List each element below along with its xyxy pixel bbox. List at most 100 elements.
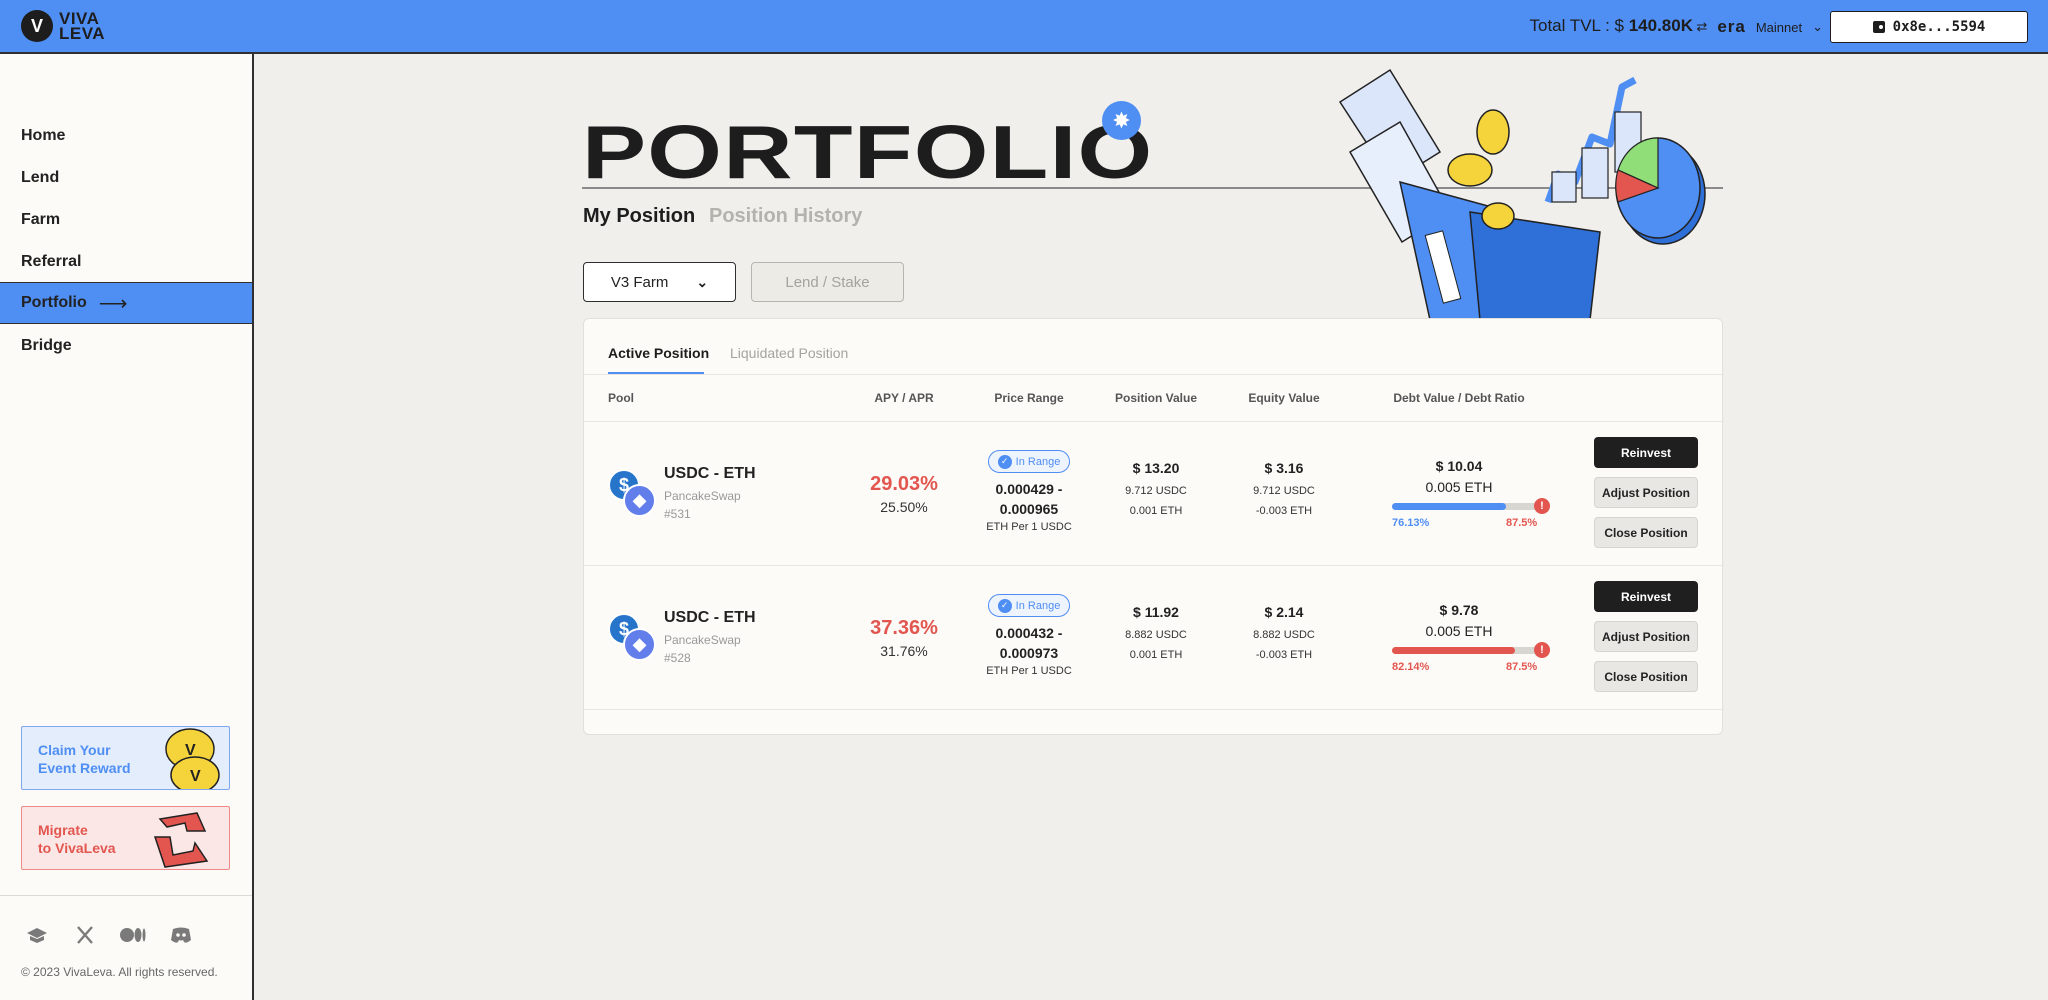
range-status: In Range bbox=[1015, 455, 1061, 468]
tab-liquidated-position[interactable]: Liquidated Position bbox=[730, 345, 848, 361]
pool-dex: PancakeSwap bbox=[664, 633, 741, 647]
equity-usdc: 8.882 USDC bbox=[1253, 629, 1315, 641]
debt-ratio-bar bbox=[1392, 647, 1542, 654]
medium-icon[interactable] bbox=[120, 924, 146, 946]
tab-my-position[interactable]: My Position bbox=[583, 205, 695, 228]
liquidation-warning-icon: ! bbox=[1534, 642, 1550, 658]
logo[interactable]: V VIVA LEVA bbox=[21, 10, 105, 42]
eth-icon: ◆ bbox=[623, 484, 656, 517]
liquidation-warning-icon: ! bbox=[1534, 498, 1550, 514]
pool-name: USDC - ETH bbox=[664, 465, 756, 482]
logo-text: VIVA LEVA bbox=[59, 9, 106, 43]
debt-ratio-fill bbox=[1392, 503, 1507, 510]
wallet-button[interactable]: 0x8e...5594 bbox=[1830, 11, 2028, 43]
close-position-button[interactable]: Close Position bbox=[1594, 661, 1698, 692]
price-range-high: 0.000965 bbox=[999, 501, 1059, 517]
sidebar-item-label: Referral bbox=[21, 253, 82, 270]
range-status: In Range bbox=[1015, 599, 1061, 612]
price-range-high: 0.000973 bbox=[999, 645, 1059, 661]
sidebar-item-label: Home bbox=[21, 127, 66, 144]
arrow-right-icon: ⟶ bbox=[98, 292, 128, 315]
svg-text:V: V bbox=[190, 768, 201, 785]
network-selector[interactable]: ⇄ era Mainnet ⌄ bbox=[1696, 17, 1823, 37]
sidebar-item-bridge[interactable]: Bridge bbox=[0, 325, 252, 367]
x-twitter-icon[interactable] bbox=[72, 924, 98, 946]
position-value: $ 13.20 bbox=[1132, 460, 1180, 476]
sidebar-divider bbox=[0, 895, 252, 896]
farm-type-select[interactable]: V3 Farm ⌄ bbox=[583, 262, 736, 302]
position-value-cell: $ 11.92 8.882 USDC 0.001 ETH bbox=[1101, 604, 1211, 661]
sidebar-item-farm[interactable]: Farm bbox=[0, 199, 252, 241]
position-value: $ 11.92 bbox=[1133, 604, 1179, 620]
sidebar: Home Lend Farm Referral Portfolio ⟶ Bridg… bbox=[0, 54, 254, 1000]
debt-value: $ 9.78 bbox=[1439, 602, 1479, 618]
debt-ratio-current: 76.13% bbox=[1392, 517, 1430, 529]
position-usdc: 8.882 USDC bbox=[1125, 629, 1187, 641]
refresh-arrows-icon bbox=[153, 812, 209, 868]
lend-stake-button[interactable]: Lend / Stake bbox=[751, 262, 904, 302]
debt-ratio-max: 87.5% bbox=[1506, 517, 1538, 529]
check-icon: ✓ bbox=[997, 598, 1012, 613]
equity-usdc: 9.712 USDC bbox=[1253, 485, 1315, 497]
sidebar-item-portfolio[interactable]: Portfolio ⟶ bbox=[0, 282, 252, 324]
divider bbox=[584, 374, 1724, 375]
equity-value: $ 3.16 bbox=[1264, 460, 1304, 476]
tab-active-position[interactable]: Active Position bbox=[608, 345, 709, 361]
network-label: Mainnet bbox=[1755, 19, 1803, 35]
equity-value-cell: $ 2.14 8.882 USDC -0.003 ETH bbox=[1229, 604, 1339, 661]
reinvest-button[interactable]: Reinvest bbox=[1594, 581, 1698, 612]
pool-id: #531 bbox=[664, 507, 691, 521]
coins-icon: V V bbox=[165, 728, 220, 789]
adjust-position-button[interactable]: Adjust Position bbox=[1594, 477, 1698, 508]
pool-id: #528 bbox=[664, 651, 691, 665]
adjust-position-button[interactable]: Adjust Position bbox=[1594, 621, 1698, 652]
debt-eth: 0.005 ETH bbox=[1425, 479, 1493, 495]
apr-value: 25.50% bbox=[880, 499, 928, 515]
swap-arrows-icon: ⇄ bbox=[1696, 19, 1708, 34]
close-position-button[interactable]: Close Position bbox=[1594, 517, 1698, 548]
column-header-price-range: Price Range bbox=[994, 391, 1064, 405]
column-header-equity-value: Equity Value bbox=[1248, 391, 1320, 405]
logo-icon: V bbox=[21, 10, 53, 42]
in-range-badge: ✓ In Range bbox=[988, 594, 1070, 617]
sidebar-item-label: Farm bbox=[21, 211, 61, 228]
docs-icon[interactable] bbox=[24, 924, 50, 946]
top-bar: V VIVA LEVA Total TVL : $ 140.80K ⇄ era … bbox=[0, 0, 2048, 54]
table-row: $ ◆ USDC - ETH PancakeSwap #531 29.03% 2… bbox=[584, 421, 1724, 565]
column-header-pool: Pool bbox=[608, 391, 634, 405]
tvl-value: 140.80K bbox=[1628, 16, 1693, 35]
page-title: PORTFOLIO bbox=[582, 110, 1154, 194]
position-value-cell: $ 13.20 9.712 USDC 0.001 ETH bbox=[1101, 460, 1211, 517]
wallet-address: 0x8e...5594 bbox=[1892, 19, 1986, 35]
pool-name: USDC - ETH bbox=[664, 609, 756, 626]
debt-ratio-max: 87.5% bbox=[1506, 661, 1538, 673]
discord-icon[interactable] bbox=[168, 924, 194, 946]
column-header-debt: Debt Value / Debt Ratio bbox=[1393, 391, 1525, 405]
chevron-down-icon: ⌄ bbox=[1812, 19, 1823, 34]
sidebar-item-label: Portfolio bbox=[21, 294, 87, 311]
claim-reward-banner[interactable]: Claim Your Event Reward V V bbox=[21, 726, 230, 790]
sidebar-item-lend[interactable]: Lend bbox=[0, 157, 252, 199]
pool-token-icons: $ ◆ bbox=[608, 613, 660, 665]
column-header-apy: APY / APR bbox=[874, 391, 934, 405]
equity-eth: -0.003 ETH bbox=[1255, 649, 1313, 661]
sparkle-badge-icon: ✸ bbox=[1102, 101, 1141, 140]
equity-eth: -0.003 ETH bbox=[1255, 505, 1313, 517]
eth-icon: ◆ bbox=[623, 628, 656, 661]
tab-position-history[interactable]: Position History bbox=[709, 205, 862, 228]
price-range-low: 0.000429 - bbox=[995, 481, 1063, 497]
sidebar-item-home[interactable]: Home bbox=[0, 115, 252, 157]
equity-value-cell: $ 3.16 9.712 USDC -0.003 ETH bbox=[1229, 460, 1339, 517]
pool-token-icons: $ ◆ bbox=[608, 469, 660, 521]
sidebar-item-referral[interactable]: Referral bbox=[0, 241, 252, 283]
apy-value: 37.36% bbox=[870, 617, 938, 639]
price-range-unit: ETH Per 1 USDC bbox=[986, 665, 1072, 677]
apr-value: 31.76% bbox=[880, 643, 928, 659]
reinvest-button[interactable]: Reinvest bbox=[1594, 437, 1698, 468]
migrate-banner[interactable]: Migrate to VivaLeva bbox=[21, 806, 230, 870]
debt-ratio-current: 82.14% bbox=[1392, 661, 1430, 673]
price-range-low: 0.000432 - bbox=[995, 625, 1063, 641]
pool-dex: PancakeSwap bbox=[664, 489, 741, 503]
debt-eth: 0.005 ETH bbox=[1425, 623, 1493, 639]
in-range-badge: ✓ In Range bbox=[988, 450, 1070, 473]
